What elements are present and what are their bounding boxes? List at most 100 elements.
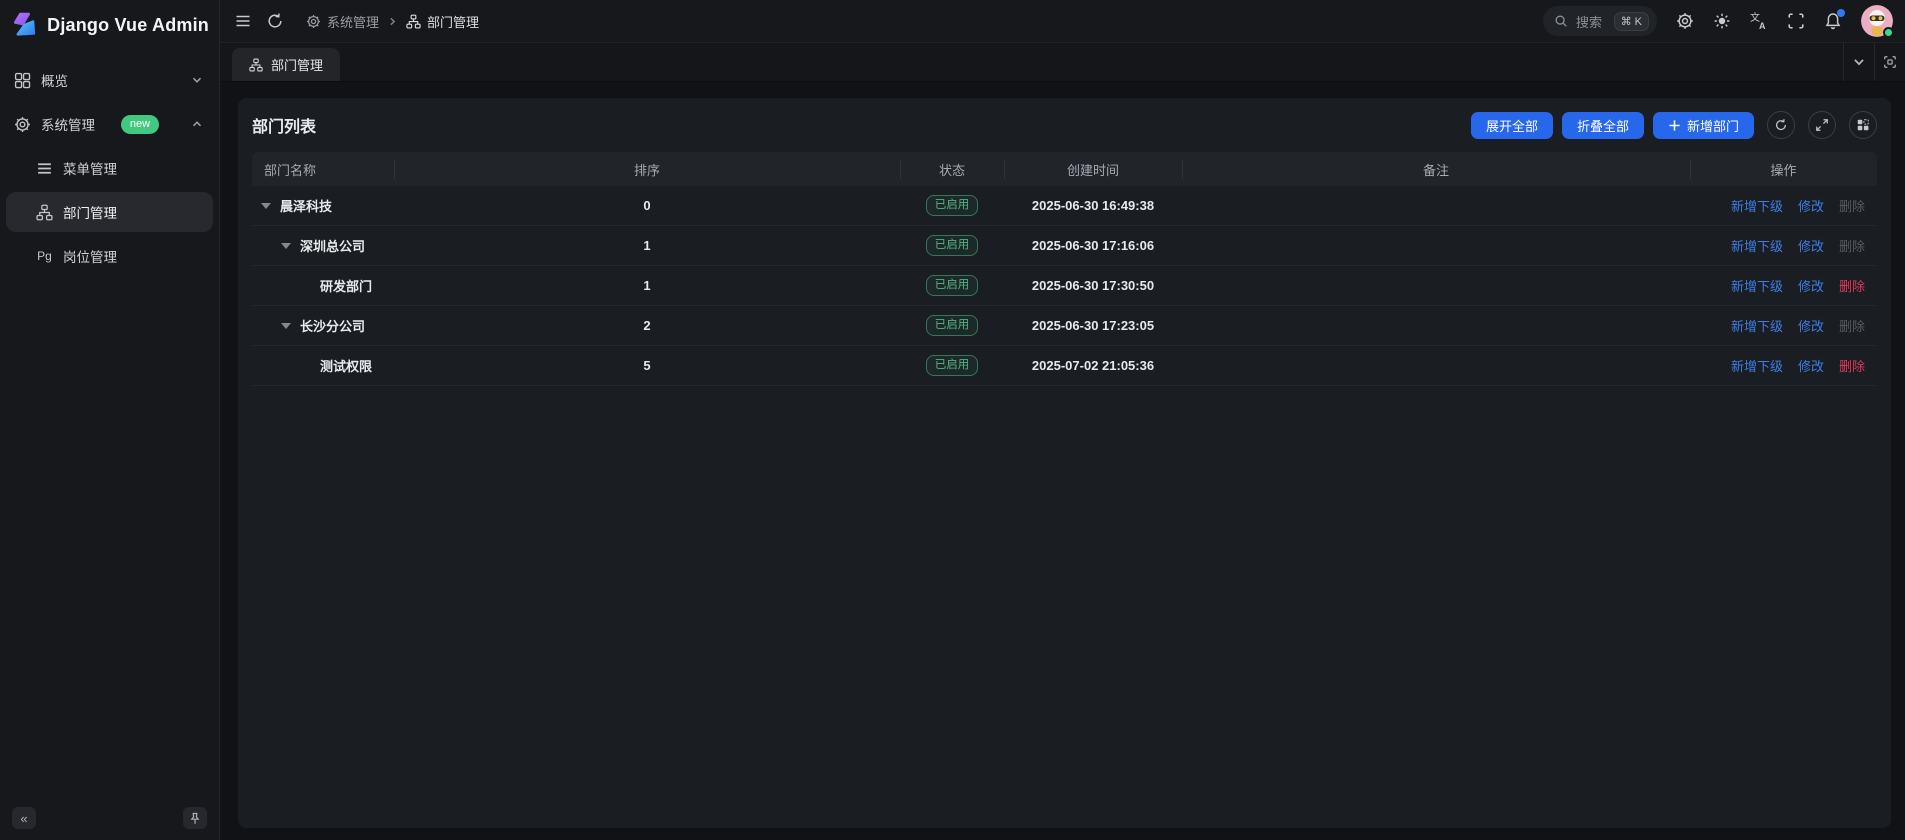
sort-value: 1: [394, 238, 900, 253]
add-sub-dept-link[interactable]: 新增下级: [1731, 196, 1783, 215]
breadcrumb-label: 系统管理: [327, 12, 379, 31]
app-title: Django Vue Admin: [47, 15, 209, 36]
tab-bar: 部门管理: [220, 43, 1905, 82]
app-layout: Django Vue Admin 概览 系统管理 new: [0, 0, 1905, 840]
gear-icon: [14, 116, 31, 133]
refresh-icon[interactable]: [266, 12, 284, 30]
sidebar-item-overview[interactable]: 概览: [6, 60, 213, 100]
tree-collapse-arrow[interactable]: [281, 243, 291, 249]
table-fullscreen-button[interactable]: [1808, 111, 1836, 139]
delete-link-disabled: 删除: [1839, 316, 1865, 335]
add-sub-dept-link[interactable]: 新增下级: [1731, 276, 1783, 295]
edit-link[interactable]: 修改: [1798, 356, 1824, 375]
chevron-down-icon: [1852, 55, 1866, 69]
svg-text:A: A: [1759, 21, 1766, 30]
main-area: 系统管理 部门管理 搜索 ⌘ K: [220, 0, 1905, 840]
add-sub-dept-link[interactable]: 新增下级: [1731, 356, 1783, 375]
sidebar-collapse-button[interactable]: «: [12, 807, 36, 829]
topbar-actions: 搜索 ⌘ K 文 A: [1543, 5, 1893, 37]
sidebar: Django Vue Admin 概览 系统管理 new: [0, 0, 220, 840]
created-time: 2025-06-30 17:16:06: [1004, 238, 1182, 253]
status-badge: 已启用: [926, 235, 979, 257]
new-badge: new: [121, 115, 159, 134]
org-chart-icon: [36, 204, 53, 221]
table-row: 测试权限 5 已启用 2025-07-02 21:05:36 新增下级 修改 删…: [252, 346, 1877, 386]
theme-sun-icon[interactable]: [1713, 12, 1731, 30]
tree-collapse-arrow[interactable]: [261, 203, 271, 209]
breadcrumb-item-dept[interactable]: 部门管理: [406, 12, 479, 31]
edit-link[interactable]: 修改: [1798, 316, 1824, 335]
sidebar-item-post-mgmt[interactable]: Pg 岗位管理: [6, 236, 213, 276]
gear-icon: [306, 14, 321, 29]
sort-value: 2: [394, 318, 900, 333]
button-label: 新增部门: [1687, 116, 1739, 135]
sort-value: 1: [394, 278, 900, 293]
tab-controls: [1843, 43, 1905, 81]
collapse-all-button[interactable]: 折叠全部: [1562, 112, 1644, 139]
pin-icon: [189, 812, 201, 825]
search-input[interactable]: 搜索 ⌘ K: [1543, 6, 1657, 36]
sidebar-item-menu-mgmt[interactable]: 菜单管理: [6, 148, 213, 188]
dept-list-card: 部门列表 展开全部 折叠全部 新增部门: [238, 98, 1891, 828]
column-header-name: 部门名称: [252, 160, 394, 179]
created-time: 2025-07-02 21:05:36: [1004, 358, 1182, 373]
page-title: 部门列表: [252, 113, 316, 137]
add-sub-dept-link[interactable]: 新增下级: [1731, 316, 1783, 335]
edit-link[interactable]: 修改: [1798, 196, 1824, 215]
column-settings-button[interactable]: [1849, 111, 1877, 139]
tab-dept-mgmt[interactable]: 部门管理: [232, 48, 340, 81]
search-placeholder: 搜索: [1576, 12, 1606, 31]
settings-gear-icon[interactable]: [1676, 12, 1694, 30]
org-chart-icon: [249, 58, 263, 72]
chevron-right-icon: [387, 16, 398, 27]
notification-dot: [1837, 9, 1845, 17]
add-department-button[interactable]: 新增部门: [1653, 112, 1754, 139]
column-header-sort: 排序: [394, 160, 900, 179]
sidebar-item-label: 部门管理: [63, 202, 117, 222]
button-label: 展开全部: [1486, 116, 1538, 135]
sidebar-item-label: 岗位管理: [63, 246, 117, 266]
translate-icon[interactable]: 文 A: [1750, 12, 1768, 30]
delete-link[interactable]: 删除: [1839, 276, 1865, 295]
table-row: 长沙分公司 2 已启用 2025-06-30 17:23:05 新增下级 修改 …: [252, 306, 1877, 346]
table-refresh-button[interactable]: [1767, 111, 1795, 139]
edit-link[interactable]: 修改: [1798, 236, 1824, 255]
table-toolbar: 展开全部 折叠全部 新增部门: [1471, 111, 1877, 139]
breadcrumb-item-system[interactable]: 系统管理: [306, 12, 379, 31]
hamburger-menu-icon[interactable]: [234, 12, 252, 30]
add-sub-dept-link[interactable]: 新增下级: [1731, 236, 1783, 255]
column-header-actions: 操作: [1690, 160, 1877, 179]
menu-list-icon: [36, 160, 53, 177]
columns-layout-icon: [1856, 118, 1870, 132]
delete-link[interactable]: 删除: [1839, 356, 1865, 375]
sidebar-item-system[interactable]: 系统管理 new: [6, 104, 213, 144]
dept-name: 测试权限: [320, 356, 372, 375]
breadcrumb-label: 部门管理: [427, 12, 479, 31]
edit-link[interactable]: 修改: [1798, 276, 1824, 295]
table-row: 晨泽科技 0 已启用 2025-06-30 16:49:38 新增下级 修改 删…: [252, 186, 1877, 226]
plus-icon: [1668, 119, 1681, 132]
tree-collapse-arrow[interactable]: [281, 323, 291, 329]
expand-all-button[interactable]: 展开全部: [1471, 112, 1553, 139]
content-maximize-button[interactable]: [1874, 43, 1905, 81]
refresh-icon: [1774, 118, 1788, 132]
table-row: 深圳总公司 1 已启用 2025-06-30 17:16:06 新增下级 修改 …: [252, 226, 1877, 266]
user-avatar[interactable]: [1861, 5, 1893, 37]
fullscreen-icon[interactable]: [1787, 12, 1805, 30]
column-header-created: 创建时间: [1004, 160, 1182, 179]
created-time: 2025-06-30 17:23:05: [1004, 318, 1182, 333]
tab-list-dropdown-button[interactable]: [1843, 43, 1874, 81]
column-header-status: 状态: [900, 160, 1004, 179]
sidebar-pin-button[interactable]: [183, 807, 207, 829]
button-label: 折叠全部: [1577, 116, 1629, 135]
table-header-row: 部门名称 排序 状态 创建时间 备注 操作: [252, 152, 1877, 186]
sidebar-item-label: 系统管理: [41, 114, 95, 134]
sidebar-item-dept-mgmt[interactable]: 部门管理: [6, 192, 213, 232]
delete-link-disabled: 删除: [1839, 196, 1865, 215]
online-status-dot: [1883, 27, 1894, 38]
notifications-button[interactable]: [1824, 12, 1842, 30]
dept-name: 深圳总公司: [300, 236, 365, 255]
logo-row[interactable]: Django Vue Admin: [6, 8, 213, 50]
tab-label: 部门管理: [271, 55, 323, 74]
sort-value: 0: [394, 198, 900, 213]
